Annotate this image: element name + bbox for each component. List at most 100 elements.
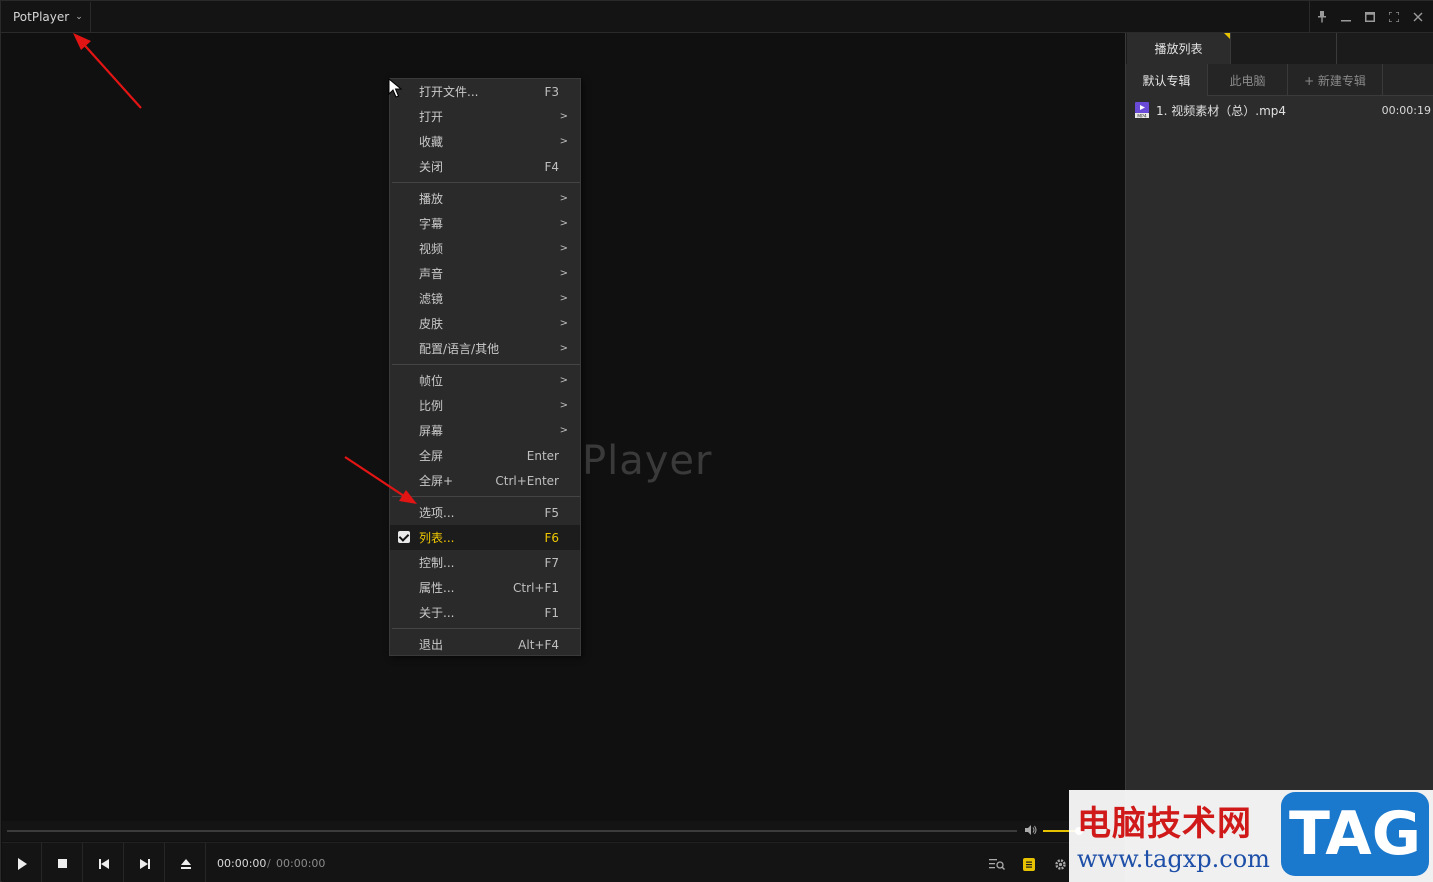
submenu-arrow-icon: > <box>559 293 568 304</box>
seek-bar[interactable] <box>7 830 1017 832</box>
submenu-arrow-icon: > <box>559 193 568 204</box>
menu-item-about[interactable]: 关于... F1 <box>390 600 580 625</box>
playlist-item[interactable]: MP4 1. 视频素材（总）.mp4 00:00:19 <box>1126 99 1433 121</box>
playlist-item-duration: 00:00:19 <box>1381 103 1431 117</box>
menu-item-label: 关于... <box>419 606 455 620</box>
menu-separator <box>392 628 580 629</box>
menu-item-label: 收藏 <box>419 135 444 149</box>
seek-bar-area <box>2 821 1125 841</box>
menu-item-label: 全屏 <box>419 449 444 463</box>
close-icon[interactable] <box>1406 1 1430 33</box>
menu-item-ratio[interactable]: 比例 > <box>390 393 580 418</box>
menu-item-label: 播放 <box>419 192 444 206</box>
menu-item-filters[interactable]: 滤镜 > <box>390 286 580 311</box>
menu-item-subtitles[interactable]: 字幕 > <box>390 211 580 236</box>
eject-button[interactable] <box>166 843 206 882</box>
menu-item-video[interactable]: 视频 > <box>390 236 580 261</box>
main-context-menu: 打开文件... F3 打开 > 收藏 > 关闭 F4 播放 > 字幕 > 视频 … <box>389 78 581 656</box>
menu-item-label: 选项... <box>419 506 455 520</box>
submenu-arrow-icon: > <box>559 343 568 354</box>
submenu-arrow-icon: > <box>559 400 568 411</box>
window-controls <box>1309 1 1433 33</box>
menu-separator <box>392 182 580 183</box>
menu-item-shortcut: Enter <box>526 448 559 463</box>
mp4-file-icon: MP4 <box>1134 102 1150 119</box>
potplayer-window: PotPlayer ⌄ Player 播放列表 默认专辑 此电脑 + 新建专辑 … <box>0 0 1433 882</box>
app-menu-button[interactable]: PotPlayer ⌄ <box>2 2 91 32</box>
stop-button[interactable] <box>43 843 83 882</box>
menu-item-shortcut: F3 <box>544 84 559 99</box>
menu-item-exit[interactable]: 退出 Alt+F4 <box>390 632 580 657</box>
menu-item-play[interactable]: 播放 > <box>390 186 580 211</box>
tab-default-album[interactable]: 默认专辑 <box>1126 64 1208 96</box>
annotation-arrow-icon <box>344 456 417 504</box>
menu-item-skins[interactable]: 皮肤 > <box>390 311 580 336</box>
menu-separator <box>392 364 580 365</box>
menu-item-favorites[interactable]: 收藏 > <box>390 129 580 154</box>
annotation-arrow-icon <box>73 33 142 109</box>
control-bar: 00:00:00 / 00:00:00 <box>2 842 1125 882</box>
gear-icon[interactable] <box>1051 855 1069 873</box>
menu-item-audio[interactable]: 声音 > <box>390 261 580 286</box>
menu-item-label: 比例 <box>419 399 444 413</box>
menu-item-label: 声音 <box>419 267 444 281</box>
menu-item-control[interactable]: 控制... F7 <box>390 550 580 575</box>
menu-item-shortcut: Ctrl+Enter <box>495 473 559 488</box>
menu-item-label: 字幕 <box>419 217 444 231</box>
menu-item-shortcut: F1 <box>544 605 559 620</box>
menu-item-shortcut: Alt+F4 <box>518 637 559 652</box>
playlist-header: 播放列表 <box>1126 33 1433 64</box>
watermark-tag-logo: TAG <box>1281 792 1429 876</box>
menu-item-label: 列表... <box>419 531 455 545</box>
tab-playlist[interactable]: 播放列表 <box>1127 33 1231 64</box>
time-separator: / <box>267 857 271 870</box>
menu-item-close[interactable]: 关闭 F4 <box>390 154 580 179</box>
previous-button[interactable] <box>84 843 124 882</box>
minimize-icon[interactable] <box>1334 1 1358 33</box>
watermark-url: www.tagxp.com <box>1077 845 1270 873</box>
menu-item-playlist[interactable]: 列表... F6 <box>390 525 580 550</box>
menu-item-label: 屏幕 <box>419 424 444 438</box>
menu-separator <box>392 496 580 497</box>
playlist-subtabs: 默认专辑 此电脑 + 新建专辑 <box>1126 64 1433 96</box>
tab-this-pc[interactable]: 此电脑 <box>1208 64 1288 96</box>
playlist-item-name: 1. 视频素材（总）.mp4 <box>1156 103 1287 118</box>
restore-icon[interactable] <box>1358 1 1382 33</box>
menu-item-shortcut: F7 <box>544 555 559 570</box>
search-list-icon[interactable] <box>988 855 1006 873</box>
site-watermark: 电脑技术网 www.tagxp.com TAG <box>1069 790 1433 882</box>
next-button[interactable] <box>125 843 165 882</box>
app-name: PotPlayer <box>13 10 70 24</box>
total-time: 00:00:00 <box>276 857 326 870</box>
menu-item-properties[interactable]: 属性... Ctrl+F1 <box>390 575 580 600</box>
header-divider <box>1336 33 1337 64</box>
menu-item-open-file[interactable]: 打开文件... F3 <box>390 79 580 104</box>
menu-item-screen[interactable]: 屏幕 > <box>390 418 580 443</box>
tab-corner-marker <box>1224 33 1230 39</box>
fullscreen-icon[interactable] <box>1382 1 1406 33</box>
menu-item-label: 皮肤 <box>419 317 444 331</box>
menu-item-label: 配置/语言/其他 <box>419 342 500 356</box>
menu-item-label: 关闭 <box>419 160 444 174</box>
menu-item-label: 帧位 <box>419 374 444 388</box>
menu-item-frame[interactable]: 帧位 > <box>390 368 580 393</box>
pin-icon[interactable] <box>1310 1 1334 33</box>
tab-new-album[interactable]: + 新建专辑 <box>1288 64 1383 96</box>
menu-item-shortcut: Ctrl+F1 <box>513 580 559 595</box>
menu-item-config-language-other[interactable]: 配置/语言/其他 > <box>390 336 580 361</box>
menu-item-shortcut: F5 <box>544 505 559 520</box>
volume-icon[interactable] <box>1025 825 1037 838</box>
menu-item-label: 打开 <box>419 110 444 124</box>
playlist-toggle-icon[interactable] <box>1020 855 1038 873</box>
menu-item-label: 属性... <box>419 581 455 595</box>
play-button[interactable] <box>2 843 42 882</box>
menu-item-open[interactable]: 打开 > <box>390 104 580 129</box>
chevron-down-icon: ⌄ <box>75 12 83 22</box>
menu-item-label: 全屏+ <box>419 474 454 488</box>
title-bar: PotPlayer ⌄ <box>1 1 1433 33</box>
playlist-title: 播放列表 <box>1154 42 1203 56</box>
submenu-arrow-icon: > <box>559 375 568 386</box>
checkmark-icon <box>398 531 410 543</box>
mouse-cursor-icon <box>388 77 403 98</box>
menu-item-label: 滤镜 <box>419 292 444 306</box>
